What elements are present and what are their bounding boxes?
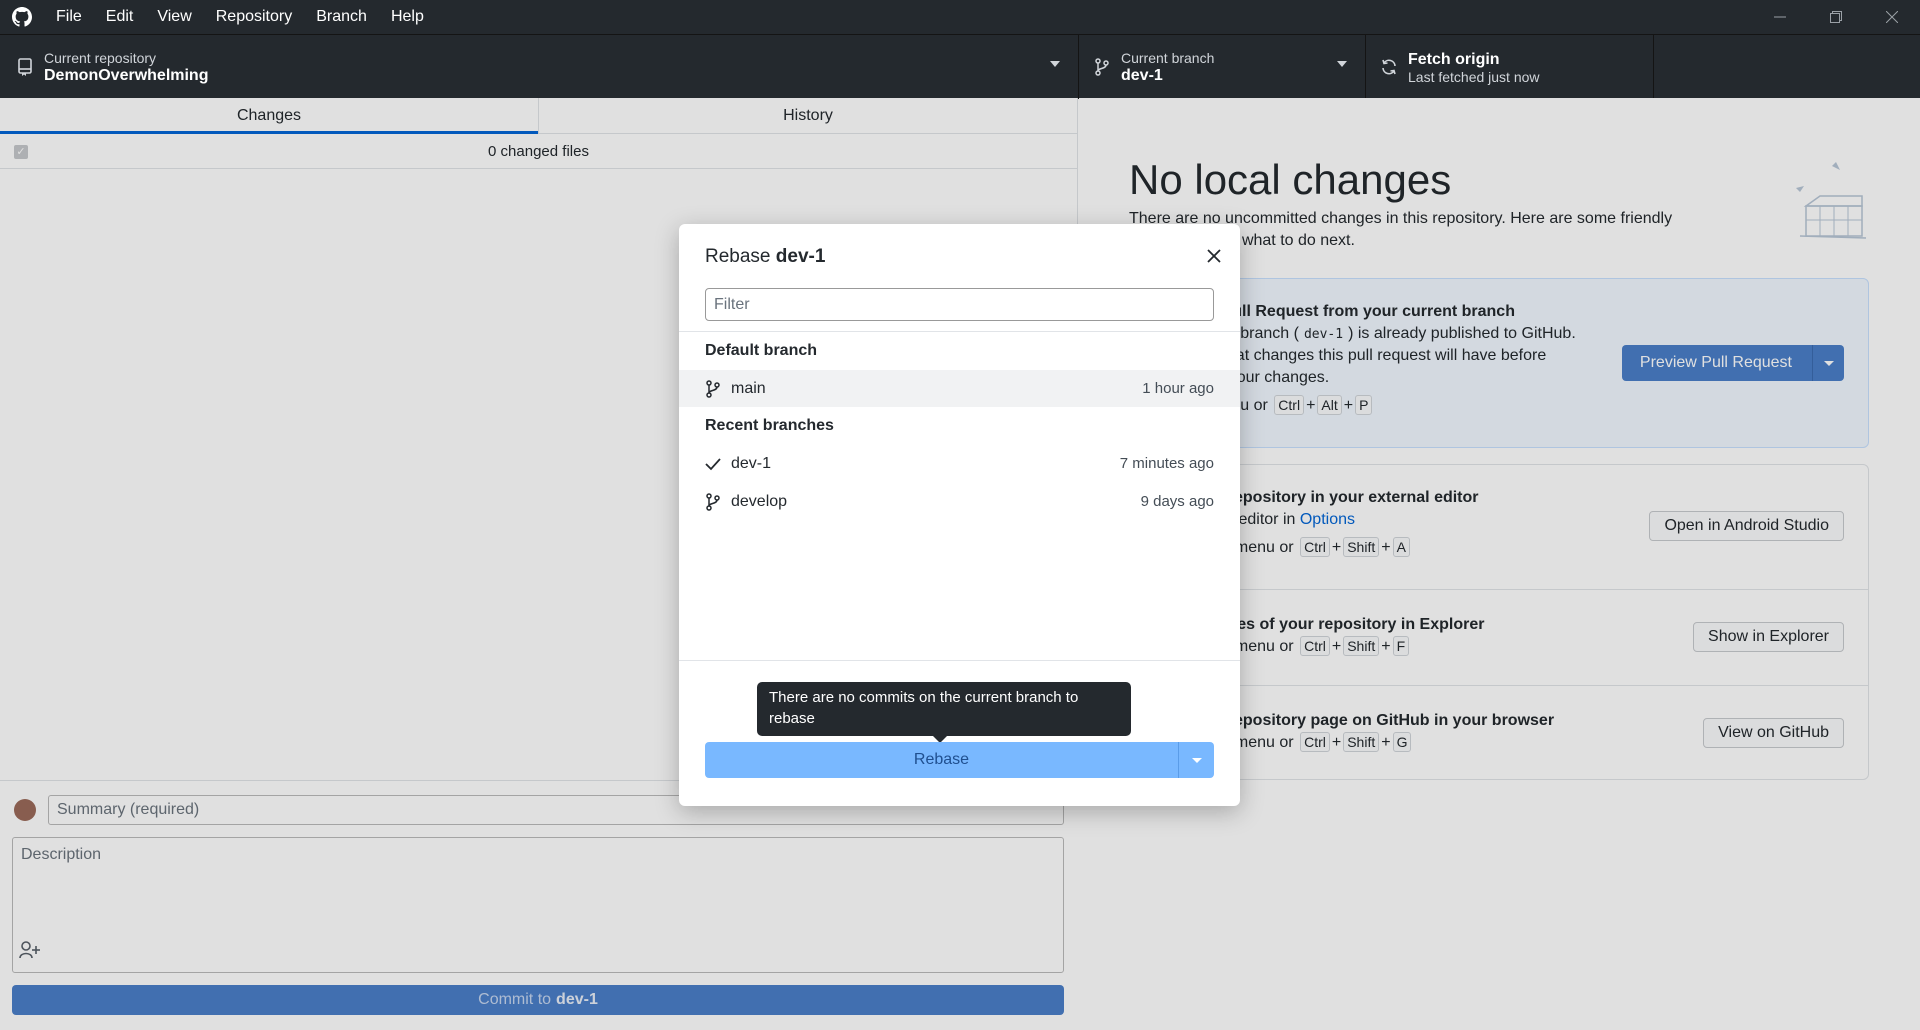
- fetch-origin-title: Fetch origin: [1408, 50, 1500, 68]
- sync-icon: [1378, 56, 1400, 78]
- menu-branch[interactable]: Branch: [304, 0, 379, 34]
- branch-item-dev-1[interactable]: dev-1 7 minutes ago: [679, 445, 1240, 482]
- close-icon[interactable]: [1202, 244, 1226, 268]
- current-branch-button[interactable]: Current branch dev-1: [1079, 35, 1366, 99]
- branch-item-develop[interactable]: develop 9 days ago: [679, 483, 1240, 520]
- branch-name: dev-1: [731, 454, 772, 472]
- branch-time: 7 minutes ago: [1119, 455, 1214, 472]
- menu-repository[interactable]: Repository: [204, 0, 304, 34]
- fetch-origin-button[interactable]: Fetch origin Last fetched just now: [1366, 35, 1654, 99]
- branch-time: 1 hour ago: [1142, 380, 1214, 397]
- current-repository-name: DemonOverwhelming: [44, 66, 209, 84]
- current-repository-button[interactable]: Current repository DemonOverwhelming: [0, 35, 1079, 99]
- filter-input[interactable]: Filter: [705, 288, 1214, 321]
- restore-icon[interactable]: [1808, 0, 1864, 34]
- chevron-down-icon: [1337, 61, 1347, 67]
- title-bar: File Edit View Repository Branch Help: [0, 0, 1920, 34]
- close-window-icon[interactable]: [1864, 0, 1920, 34]
- dialog-title: Rebase dev-1: [705, 246, 825, 268]
- repo-icon: [14, 56, 36, 78]
- current-branch-name: dev-1: [1121, 66, 1163, 84]
- branch-name: main: [731, 379, 766, 397]
- minimize-icon[interactable]: [1752, 0, 1808, 34]
- branch-name: develop: [731, 492, 788, 510]
- check-icon: [705, 457, 725, 471]
- dialog-title-branch: dev-1: [775, 246, 826, 267]
- chevron-down-icon: [1050, 61, 1060, 67]
- branch-icon: [705, 379, 725, 398]
- default-branch-heading: Default branch: [705, 342, 818, 359]
- menu-view[interactable]: View: [145, 0, 203, 34]
- last-fetched-text: Last fetched just now: [1408, 68, 1540, 85]
- branch-item-main[interactable]: main 1 hour ago: [679, 370, 1240, 407]
- dialog-title-prefix: Rebase: [705, 246, 771, 267]
- current-branch-label: Current branch: [1121, 49, 1215, 66]
- toolbar: Current repository DemonOverwhelming Cur…: [0, 34, 1920, 99]
- branch-time: 9 days ago: [1140, 493, 1214, 510]
- disabled-rebase-tooltip: There are no commits on the current bran…: [757, 682, 1131, 743]
- menu-edit[interactable]: Edit: [94, 0, 146, 34]
- branch-icon: [1091, 56, 1113, 78]
- branch-list: Default branch main 1 hour ago Recent br…: [679, 331, 1240, 661]
- branch-icon: [705, 492, 725, 511]
- github-logo-icon: [0, 0, 44, 34]
- menu-file[interactable]: File: [44, 0, 94, 34]
- rebase-button-label: Rebase: [913, 751, 970, 768]
- recent-branches-heading: Recent branches: [705, 417, 834, 434]
- chevron-down-icon[interactable]: [1178, 742, 1214, 778]
- rebase-button[interactable]: Rebase: [705, 742, 1214, 778]
- menu-help[interactable]: Help: [379, 0, 436, 34]
- current-repository-label: Current repository: [44, 49, 157, 66]
